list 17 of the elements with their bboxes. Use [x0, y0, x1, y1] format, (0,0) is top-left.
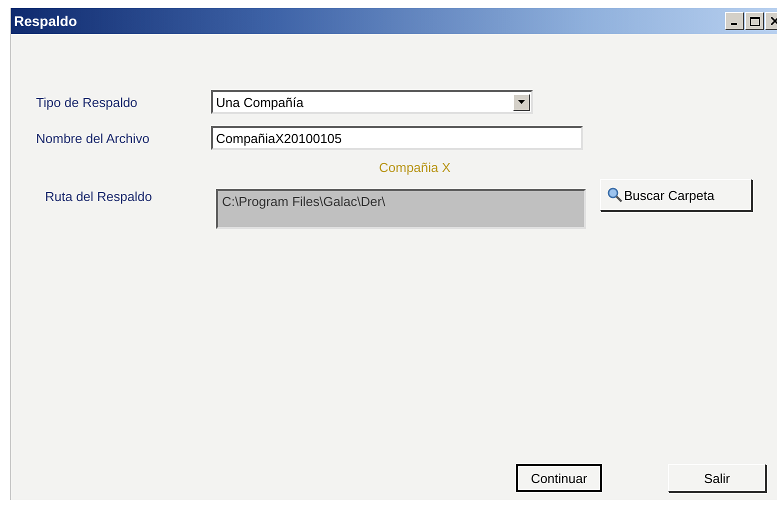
browse-folder-button[interactable]: Buscar Carpeta: [600, 179, 752, 211]
company-caption: Compañia X: [379, 160, 452, 175]
minimize-button[interactable]: [725, 12, 744, 30]
file-name-field[interactable]: CompañiaX20100105: [211, 126, 583, 150]
dropdown-button[interactable]: [513, 94, 530, 110]
caret-icon: [518, 100, 525, 104]
field-label: Nombre del Archivo: [36, 130, 150, 146]
field-label: Tipo de Respaldo: [36, 94, 138, 110]
window-title: Respaldo: [14, 13, 78, 29]
backup-type-dropdown[interactable]: Una Compañía: [211, 90, 533, 114]
maximize-button[interactable]: [745, 12, 764, 30]
dialog-button[interactable]: Salir: [668, 464, 766, 492]
magnifier-icon: [607, 187, 623, 203]
maximize-icon: [750, 16, 760, 26]
field-label: Ruta del Respaldo: [44, 189, 153, 204]
dialog-button[interactable]: Continuar: [516, 464, 602, 492]
close-icon: [770, 17, 777, 25]
